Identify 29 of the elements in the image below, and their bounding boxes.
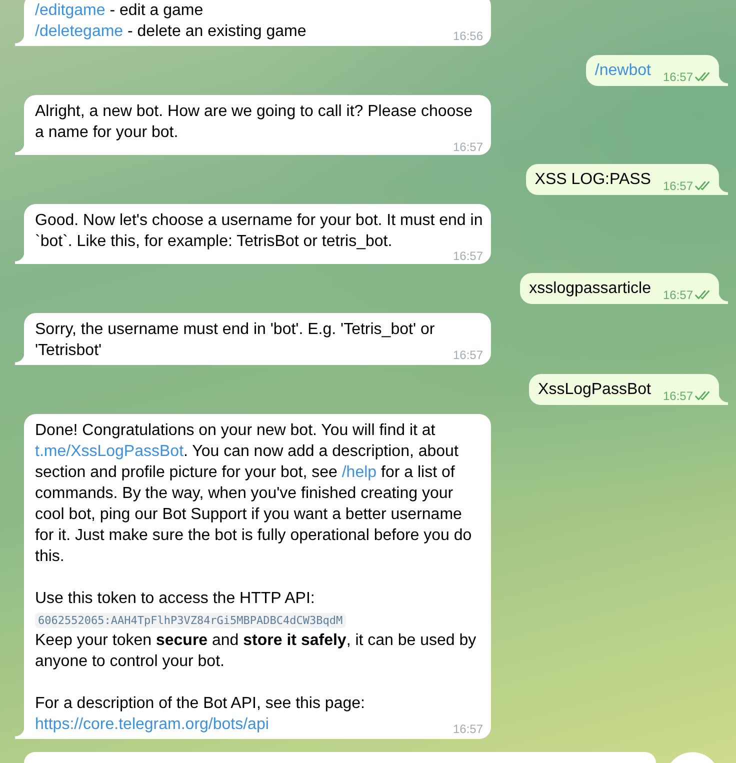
message-link[interactable]: https://core.telegram.org/bots/api (35, 716, 269, 733)
code-text: 6062552065:AAH4TpFlhP3VZ84rGi5MBPADBC4dCW3BqdM (35, 613, 346, 628)
message-text: Good. Now let's choose a username for your bot. It must end in `bot`. Like this, for example: TetrisBot or tetris_bot. (35, 212, 483, 250)
message-text: For a description of the Bot API, see this page: (35, 695, 365, 712)
message-text: /editgame - edit a game (35, 2, 204, 19)
message-link[interactable]: /newbot (594, 62, 651, 79)
message-time: 16:57 (662, 288, 693, 302)
message-link[interactable]: /editgame (35, 2, 106, 19)
message-link[interactable]: /help (342, 464, 377, 481)
message-time: 16:57 (662, 389, 693, 403)
message-time: 16:57 (452, 725, 483, 734)
message-text: /deletegame - delete an existing game (35, 23, 306, 40)
message-text: Done! Congratulations on your new bot. You will find it at t.me/XssLogPassBot. You can now add a description, about section and profile picture for your bot, see /help for a list of commands. By the way, when you've finished creating your cool bot, ping our Bot Support if you want a better username for it. Just make sure the bot is fully operational before you do this. (35, 422, 472, 565)
message-text: Use this token to access the HTTP API: (35, 590, 315, 607)
message-time: 16:57 (452, 351, 483, 360)
message-time: 16:57 (662, 70, 693, 84)
message-text: Keep your token secure and store it safely, it can be used by anyone to control your bot. (35, 632, 476, 670)
message-time: 16:57 (452, 143, 483, 152)
message-link[interactable]: t.me/XssLogPassBot (35, 443, 184, 460)
message-text: XssLogPassBot (538, 381, 651, 398)
message-time: 16:56 (452, 32, 483, 41)
message-time: 16:57 (452, 252, 483, 261)
message-input-field[interactable] (24, 752, 656, 763)
message-text: XSS LOG:PASS (534, 171, 651, 188)
message-time: 16:57 (662, 179, 693, 193)
message-text: xsslogpassarticle (529, 280, 651, 297)
message-link[interactable]: /deletegame (35, 23, 124, 40)
message-text: Sorry, the username must end in 'bot'. E.g. 'Tetris_bot' or 'Tetrisbot' (35, 321, 435, 359)
message-text: Alright, a new bot. How are we going to call it? Please choose a name for your bot. (35, 103, 473, 141)
